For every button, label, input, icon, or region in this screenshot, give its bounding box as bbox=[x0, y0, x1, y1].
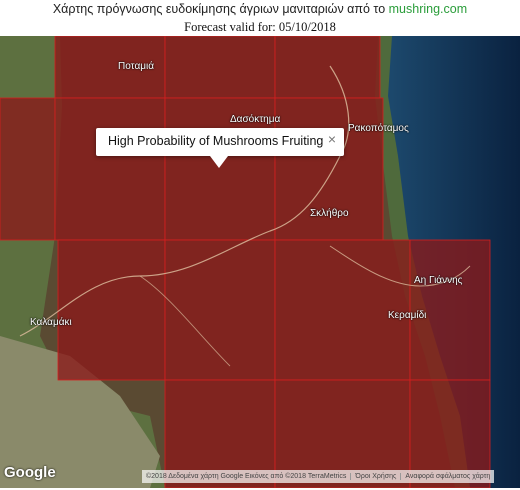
popup-text: High Probability of Mushrooms Fruiting bbox=[108, 134, 324, 148]
imagery-attribution: ©2018 Δεδομένα χάρτη Google Εικόνες από … bbox=[146, 473, 347, 480]
info-popup: High Probability of Mushrooms Fruiting × bbox=[96, 128, 344, 168]
report-error-link[interactable]: Αναφορά σφάλματος χάρτη bbox=[400, 473, 495, 480]
place-dasoktima: Δασόκτημα bbox=[230, 114, 281, 125]
forecast-date-line: Forecast valid for: 05/10/2018 bbox=[0, 20, 520, 35]
title-prefix: Χάρτης πρόγνωσης ευδοκίμησης άγριων μανι… bbox=[52, 2, 386, 16]
map-attribution: ©2018 Δεδομένα χάρτη Google Εικόνες από … bbox=[142, 470, 495, 483]
place-ag-giannis: Αη Γιάννης bbox=[414, 275, 463, 286]
mushring-link[interactable]: mushring.com bbox=[389, 2, 468, 16]
place-sklithro: Σκλήθρο bbox=[310, 208, 349, 219]
place-rakopotamos: Ρακοπόταμος bbox=[348, 123, 409, 134]
terms-link[interactable]: Όροι Χρήσης bbox=[350, 473, 401, 480]
place-potamia: Ποταμιά bbox=[118, 61, 154, 72]
forecast-label: Forecast valid for: bbox=[184, 20, 276, 34]
place-keramidi: Κεραμίδι bbox=[388, 310, 427, 321]
close-icon[interactable]: × bbox=[328, 131, 336, 147]
map-imagery bbox=[0, 36, 520, 488]
google-logo: Google bbox=[4, 464, 56, 481]
page-header: Χάρτης πρόγνωσης ευδοκίμησης άγριων μανι… bbox=[0, 0, 520, 36]
forecast-date: 05/10/2018 bbox=[278, 20, 336, 34]
map-canvas[interactable]: Ποταμιά Δασόκτημα Ρακοπόταμος Σκλήθρο Αη… bbox=[0, 36, 520, 488]
popup-pointer bbox=[210, 156, 228, 168]
place-kalamaki: Καλαμάκι bbox=[30, 317, 72, 328]
page-title: Χάρτης πρόγνωσης ευδοκίμησης άγριων μανι… bbox=[0, 2, 520, 16]
